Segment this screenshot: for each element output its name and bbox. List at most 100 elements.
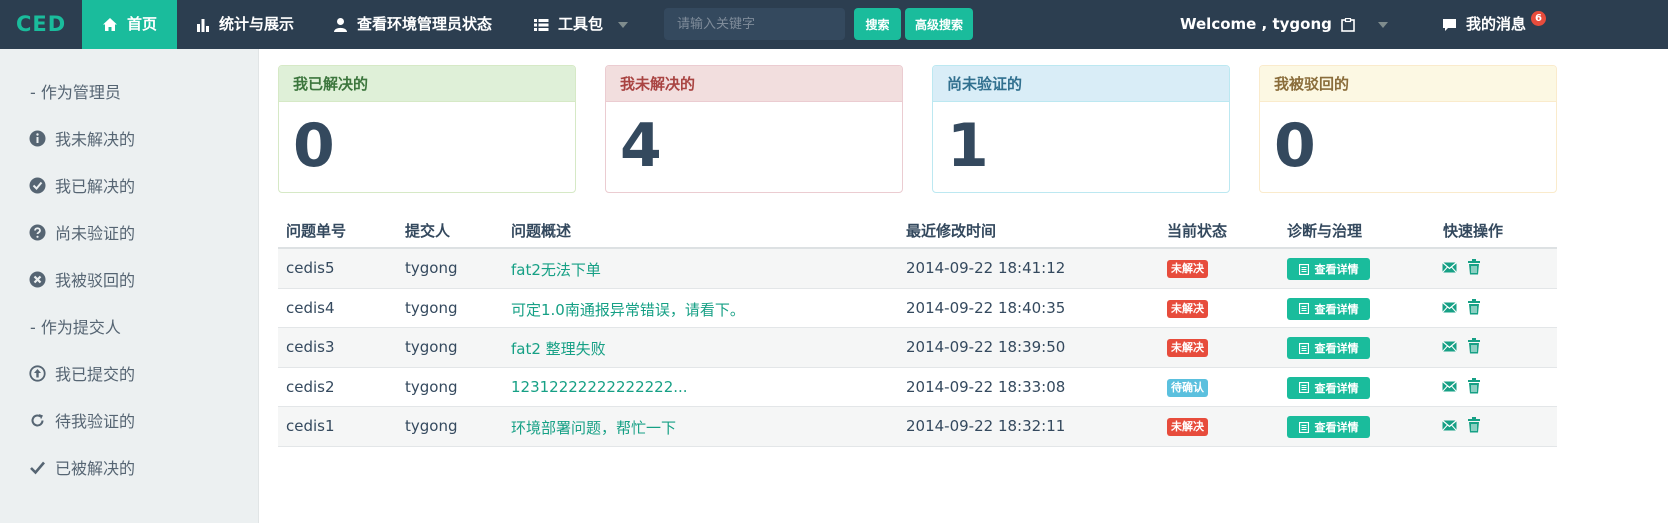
trash-icon[interactable]	[1467, 298, 1481, 319]
nav-admin-status-label: 查看环境管理员状态	[357, 15, 493, 33]
table-header: 问题单号 提交人 问题概述 最近修改时间 当前状态 诊断与治理 快速操作	[278, 211, 1557, 249]
info-circle-icon	[28, 129, 46, 147]
view-detail-label: 查看详情	[1314, 381, 1359, 395]
column-header-diagnosis: 诊断与治理	[1287, 222, 1363, 240]
sidebar-item-label: 我被驳回的	[55, 271, 136, 290]
issue-modified-time: 2014-09-22 18:40:35	[906, 298, 1066, 317]
envelope-icon[interactable]	[1442, 259, 1457, 278]
question-circle-icon	[28, 223, 46, 241]
document-icon	[1298, 263, 1309, 275]
card-count: 0	[1274, 111, 1316, 181]
issue-id: cedis5	[286, 259, 335, 277]
column-header-submitter: 提交人	[405, 222, 451, 240]
issue-submitter: tygong	[405, 377, 458, 396]
messages-count-badge: 6	[1531, 11, 1546, 26]
table-body: cedis5 tygong fat2无法下单 2014-09-22 18:41:…	[278, 249, 1557, 447]
upload-circle-icon	[28, 364, 46, 382]
view-detail-button[interactable]: 查看详情	[1287, 337, 1370, 359]
issue-summary-link[interactable]: 12312222222222222...	[511, 378, 688, 396]
refresh-icon	[28, 411, 46, 429]
sidebar-item-submitted[interactable]: 我已提交的	[28, 361, 135, 385]
sidebar-item-admin-unverified[interactable]: 尚未验证的	[28, 220, 135, 244]
sidebar-item-pending-verify[interactable]: 待我验证的	[28, 408, 135, 432]
nav-statistics[interactable]: 统计与展示	[196, 0, 294, 49]
card-unresolved[interactable]: 我未解决的 4	[605, 65, 903, 193]
check-icon	[28, 458, 46, 476]
issue-summary-link[interactable]: fat2 整理失败	[511, 338, 606, 359]
issue-id: cedis2	[286, 377, 335, 396]
search-button[interactable]: 搜索	[854, 8, 901, 40]
envelope-icon[interactable]	[1442, 378, 1457, 397]
issue-submitter: tygong	[405, 259, 458, 277]
table-row: cedis3 tygong fat2 整理失败 2014-09-22 18:39…	[278, 328, 1557, 368]
trash-icon[interactable]	[1467, 417, 1481, 437]
document-icon	[1298, 303, 1309, 314]
check-circle-icon	[28, 176, 46, 194]
sidebar-header-submitter: - 作为提交人	[30, 318, 121, 337]
issue-modified-time: 2014-09-22 18:39:50	[906, 338, 1066, 356]
issue-summary-link[interactable]: fat2无法下单	[511, 259, 601, 280]
sidebar-item-label: 待我验证的	[55, 412, 136, 431]
nav-toolkit-label: 工具包	[558, 15, 604, 33]
view-detail-button[interactable]: 查看详情	[1287, 416, 1370, 438]
envelope-icon[interactable]	[1442, 338, 1457, 357]
nav-toolkit-dropdown[interactable]: 工具包	[534, 0, 629, 49]
nav-home[interactable]: 首页	[82, 0, 178, 49]
sidebar-item-admin-unresolved[interactable]: 我未解决的	[28, 126, 135, 150]
issue-summary-link[interactable]: 环境部署问题，帮忙一下	[511, 417, 676, 438]
nav-admin-status[interactable]: 查看环境管理员状态	[333, 0, 492, 49]
column-header-summary: 问题概述	[511, 222, 572, 240]
sidebar-item-admin-rejected[interactable]: 我被驳回的	[28, 267, 135, 291]
sidebar: - 作为管理员 我未解决的 我已解决的 尚未验证的 我被驳回的 - 作为提交人 …	[0, 49, 259, 523]
user-menu-dropdown[interactable]: Welcome , tygong	[1180, 0, 1388, 49]
envelope-icon[interactable]	[1442, 417, 1457, 436]
card-resolved[interactable]: 我已解决的 0	[278, 65, 576, 193]
status-badge: 未解决	[1167, 418, 1208, 436]
issue-id: cedis3	[286, 338, 335, 356]
view-detail-button[interactable]: 查看详情	[1287, 376, 1370, 399]
nav-home-label: 首页	[127, 15, 158, 33]
document-icon	[1298, 342, 1309, 354]
sidebar-item-label: 我已解决的	[55, 177, 136, 196]
sidebar-item-label: 我未解决的	[55, 130, 136, 149]
view-detail-label: 查看详情	[1314, 421, 1359, 434]
issue-id: cedis1	[286, 417, 335, 435]
brand-logo[interactable]: CED	[16, 0, 66, 49]
document-icon	[1298, 421, 1309, 433]
trash-icon[interactable]	[1467, 259, 1481, 279]
card-rejected[interactable]: 我被驳回的 0	[1259, 65, 1557, 193]
view-detail-button[interactable]: 查看详情	[1287, 258, 1370, 280]
status-badge: 待确认	[1167, 378, 1208, 397]
table-row: cedis2 tygong 12312222222222222... 2014-…	[278, 368, 1557, 407]
nav-statistics-label: 统计与展示	[219, 15, 295, 33]
trash-icon[interactable]	[1467, 377, 1481, 398]
user-badge-icon	[1341, 17, 1355, 32]
search-input[interactable]	[664, 8, 845, 40]
view-detail-button[interactable]: 查看详情	[1287, 297, 1370, 320]
view-detail-label: 查看详情	[1314, 302, 1359, 316]
issue-summary-link[interactable]: 可定1.0南通报异常错误，请看下。	[511, 299, 745, 320]
trash-icon[interactable]	[1467, 338, 1481, 358]
sidebar-item-label: 我已提交的	[55, 365, 136, 384]
top-navbar: CED 首页 统计与展示 查看环境管理员状态 工具包 搜索 高级搜索 Welco…	[0, 0, 1668, 49]
status-badge: 未解决	[1167, 299, 1208, 318]
issue-submitter: tygong	[405, 338, 458, 356]
sidebar-item-admin-resolved[interactable]: 我已解决的	[28, 173, 135, 197]
card-unverified[interactable]: 尚未验证的 1	[932, 65, 1230, 193]
card-title: 尚未验证的	[933, 66, 1229, 102]
card-count: 0	[293, 111, 335, 181]
chevron-down-icon	[618, 21, 629, 28]
card-count: 4	[620, 111, 662, 181]
bar-chart-icon	[197, 18, 209, 32]
table-row: cedis1 tygong 环境部署问题，帮忙一下 2014-09-22 18:…	[278, 407, 1557, 447]
table-row: cedis5 tygong fat2无法下单 2014-09-22 18:41:…	[278, 249, 1557, 289]
advanced-search-button[interactable]: 高级搜索	[905, 8, 973, 40]
envelope-icon[interactable]	[1442, 299, 1457, 318]
issue-submitter: tygong	[405, 417, 458, 435]
issue-modified-time: 2014-09-22 18:33:08	[906, 377, 1066, 396]
document-icon	[1298, 382, 1309, 393]
nav-messages[interactable]: 我的消息	[1442, 0, 1526, 49]
sidebar-item-label: 已被解决的	[55, 459, 136, 478]
column-header-status: 当前状态	[1167, 222, 1228, 240]
sidebar-item-resolved-for-me[interactable]: 已被解决的	[28, 455, 135, 479]
